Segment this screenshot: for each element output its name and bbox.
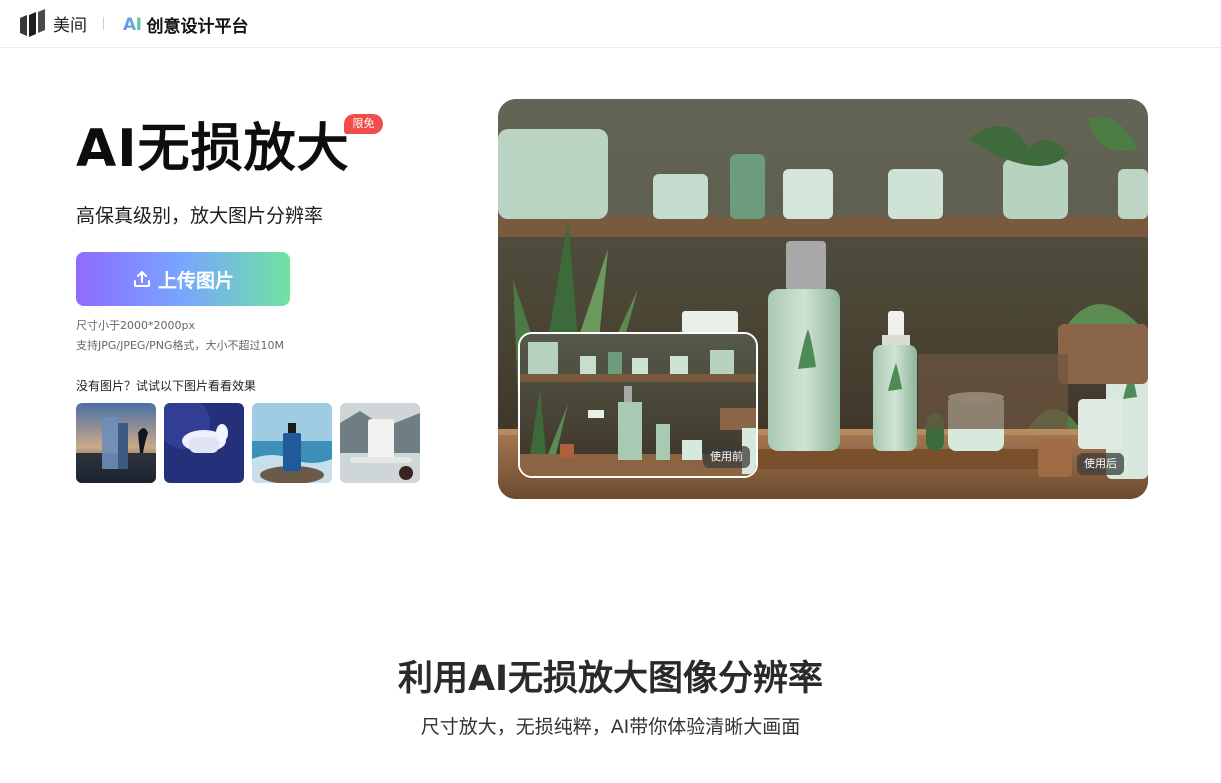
product-name: 创意设计平台 xyxy=(146,17,249,37)
after-label: 使用后 xyxy=(1077,453,1124,475)
brand-mark-icon xyxy=(20,9,45,37)
upload-icon xyxy=(133,271,150,287)
sample-thumb-4[interactable] xyxy=(340,403,420,483)
brand-logo[interactable]: 美间 xyxy=(20,9,87,37)
sample-label: 没有图片？试试以下图片看看效果 xyxy=(76,379,257,393)
size-hint: 尺寸小于2000*2000px xyxy=(76,319,195,332)
before-preview[interactable]: 使用前 xyxy=(518,332,758,478)
before-after-preview: 使用前 使用后 xyxy=(498,99,1148,499)
section-subtitle: 尺寸放大，无损纯粹，AI带你体验清晰大画面 xyxy=(420,716,801,738)
sample-thumb-1[interactable] xyxy=(76,403,156,483)
sample-thumbnails xyxy=(76,403,420,483)
page-title: AI无损放大 xyxy=(76,119,350,179)
top-header: 美间 AI 创意设计平台 xyxy=(0,0,1221,48)
ai-mark: AI xyxy=(123,14,142,35)
upload-button-label: 上传图片 xyxy=(157,270,234,292)
before-label: 使用前 xyxy=(703,446,750,468)
brand-name: 美间 xyxy=(53,15,87,36)
header-divider xyxy=(103,17,104,30)
upload-image-button[interactable]: 上传图片 xyxy=(76,252,290,306)
format-hint: 支持JPG/JPEG/PNG格式，大小不超过10M xyxy=(76,339,285,352)
section-title: 利用AI无损放大图像分辨率 xyxy=(397,659,824,699)
product-logo[interactable]: AI 创意设计平台 xyxy=(123,12,249,38)
sample-thumb-3[interactable] xyxy=(252,403,332,483)
sample-thumb-2[interactable] xyxy=(164,403,244,483)
free-badge: 限免 xyxy=(344,114,383,134)
page-subtitle: 高保真级别，放大图片分辨率 xyxy=(76,205,324,227)
